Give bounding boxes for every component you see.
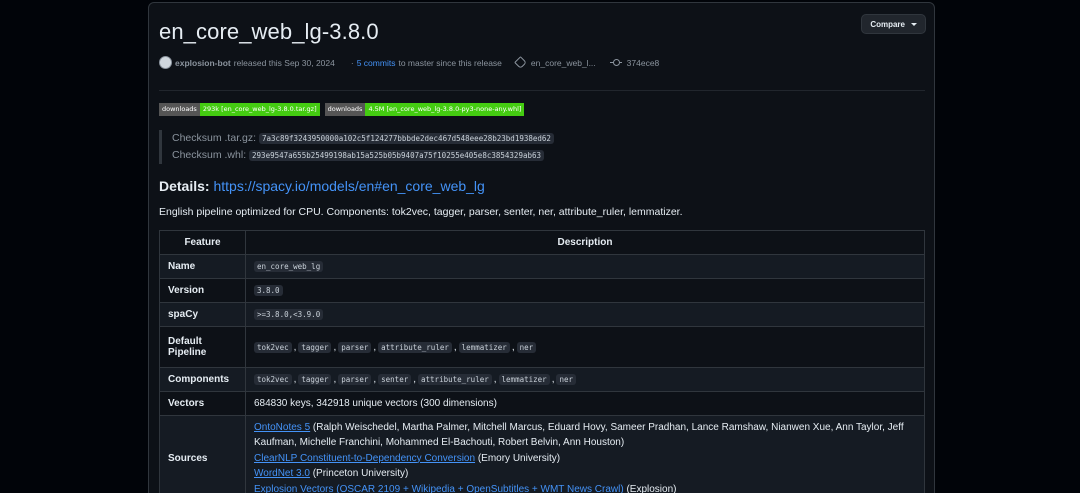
code-value: lemmatizer	[498, 374, 550, 385]
source-item: OntoNotes 5 (Ralph Weischedel, Martha Pa…	[254, 420, 916, 451]
source-item: Explosion Vectors (OSCAR 2109 + Wikipedi…	[254, 482, 916, 493]
row-key: Components	[159, 367, 246, 392]
commit-icon	[609, 59, 622, 66]
source-credit: (Explosion)	[623, 483, 677, 493]
divider	[159, 90, 925, 91]
table-header: Description	[245, 230, 925, 255]
tag-icon	[514, 56, 527, 69]
row-key: Default Pipeline	[159, 326, 246, 368]
code-value: tagger	[298, 374, 332, 385]
row-value: tok2vec, tagger, parser, attribute_ruler…	[245, 326, 925, 368]
badge-whl[interactable]: downloads 4.5M [en_core_web_lg-3.8.0-py3…	[324, 103, 525, 116]
details-heading: Details: https://spacy.io/models/en#en_c…	[159, 178, 485, 194]
row-value: OntoNotes 5 (Ralph Weischedel, Martha Pa…	[245, 415, 925, 493]
compare-label: Compare	[870, 19, 905, 29]
code-value: ner	[516, 341, 537, 353]
row-key: spaCy	[159, 302, 246, 327]
source-item: ClearNLP Constituent-to-Dependency Conve…	[254, 451, 916, 467]
row-value: tok2vec, tagger, parser, senter, attribu…	[245, 367, 925, 392]
code-value: attribute_ruler	[378, 341, 452, 353]
checksum-value: 293e9547a655b25499198ab15a525b05b9407a75…	[249, 150, 545, 161]
source-credit: (Ralph Weischedel, Martha Palmer, Mitche…	[254, 421, 904, 449]
code-value: ner	[556, 374, 577, 385]
table-row: Default Pipeline tok2vec, tagger, parser…	[159, 326, 925, 368]
table-row: Components tok2vec, tagger, parser, sent…	[159, 367, 925, 392]
source-credit: (Princeton University)	[309, 468, 409, 480]
row-value: 684830 keys, 342918 unique vectors (300 …	[245, 391, 925, 416]
details-link[interactable]: https://spacy.io/models/en#en_core_web_l…	[213, 178, 484, 194]
checksum-row-tar: Checksum .tar.gz: 7a3c89f3243950000a102c…	[172, 130, 554, 147]
author-link[interactable]: explosion-bot	[175, 58, 231, 68]
table-row: Name en_core_web_lg	[159, 254, 925, 279]
checksum-row-whl: Checksum .whl: 293e9547a655b25499198ab15…	[172, 147, 554, 164]
checksum-label: Checksum .tar.gz:	[172, 132, 257, 144]
code-value: parser	[338, 374, 372, 385]
tag-link[interactable]: en_core_web_l...	[531, 58, 596, 68]
table-row: Sources OntoNotes 5 (Ralph Weischedel, M…	[159, 415, 925, 493]
row-key: Sources	[159, 415, 246, 493]
download-badges: downloads 293k [en_core_web_lg-3.8.0.tar…	[159, 103, 525, 116]
source-link[interactable]: WordNet 3.0	[254, 468, 310, 479]
source-credit: (Emory University)	[475, 452, 561, 464]
checksum-label: Checksum .whl:	[172, 149, 247, 161]
code-value: tok2vec	[254, 374, 292, 385]
source-link[interactable]: Explosion Vectors (OSCAR 2109 + Wikipedi…	[254, 484, 624, 493]
table-row: spaCy >=3.8.0,<3.9.0	[159, 302, 925, 327]
release-title[interactable]: en_core_web_lg-3.8.0	[159, 19, 379, 45]
source-link[interactable]: ClearNLP Constituent-to-Dependency Conve…	[254, 453, 475, 464]
badge-value: 4.5M [en_core_web_lg-3.8.0-py3-none-any.…	[365, 103, 525, 116]
commit-hash-link[interactable]: 374ece8	[627, 58, 660, 68]
commits-link[interactable]: 5 commits	[357, 58, 396, 68]
row-value: en_core_web_lg	[245, 254, 925, 279]
code-value: senter	[378, 374, 412, 385]
badge-label: downloads	[159, 103, 200, 116]
table-row: Vectors 684830 keys, 342918 unique vecto…	[159, 391, 925, 416]
row-key: Vectors	[159, 391, 246, 416]
badge-label: downloads	[324, 103, 366, 116]
code-value: 3.8.0	[254, 285, 283, 296]
bullet-separator: ·	[350, 57, 354, 68]
source-link[interactable]: OntoNotes 5	[254, 422, 310, 433]
chevron-down-icon	[911, 22, 917, 26]
compare-button[interactable]: Compare	[861, 14, 926, 34]
model-info-table: Feature Description Name en_core_web_lg …	[159, 230, 925, 493]
row-key: Name	[159, 254, 246, 279]
checksum-value: 7a3c89f3243950000a102c5f124277bbbde2dec4…	[258, 133, 554, 144]
table-header-row: Feature Description	[159, 230, 925, 255]
checksum-blockquote: Checksum .tar.gz: 7a3c89f3243950000a102c…	[159, 130, 554, 164]
release-meta: explosion-bot released this Sep 30, 2024…	[159, 56, 659, 69]
row-value: 3.8.0	[245, 278, 925, 303]
code-value: lemmatizer	[458, 341, 510, 353]
released-text: released this Sep 30, 2024	[233, 57, 335, 68]
components-list: tok2vec, tagger, parser, senter, attribu…	[254, 374, 916, 385]
code-value: attribute_ruler	[418, 374, 492, 385]
avatar[interactable]	[159, 56, 172, 69]
badge-value: 293k [en_core_web_lg-3.8.0.tar.gz]	[199, 103, 320, 116]
details-label: Details:	[159, 178, 210, 194]
release-card: en_core_web_lg-3.8.0 Compare explosion-b…	[148, 2, 935, 493]
code-value: en_core_web_lg	[254, 261, 324, 272]
pipeline-description: English pipeline optimized for CPU. Comp…	[159, 206, 683, 218]
pipeline-list: tok2vec, tagger, parser, attribute_ruler…	[254, 341, 916, 353]
table-header: Feature	[159, 230, 246, 255]
commits-suffix: to master since this release	[398, 57, 502, 68]
code-value: tagger	[298, 341, 332, 353]
badge-tar-gz[interactable]: downloads 293k [en_core_web_lg-3.8.0.tar…	[159, 103, 320, 116]
row-key: Version	[159, 278, 246, 303]
code-value: >=3.8.0,<3.9.0	[254, 309, 324, 320]
code-value: tok2vec	[254, 341, 292, 353]
source-item: WordNet 3.0 (Princeton University)	[254, 466, 916, 482]
code-value: parser	[338, 341, 372, 353]
row-value: >=3.8.0,<3.9.0	[245, 302, 925, 327]
table-row: Version 3.8.0	[159, 278, 925, 303]
